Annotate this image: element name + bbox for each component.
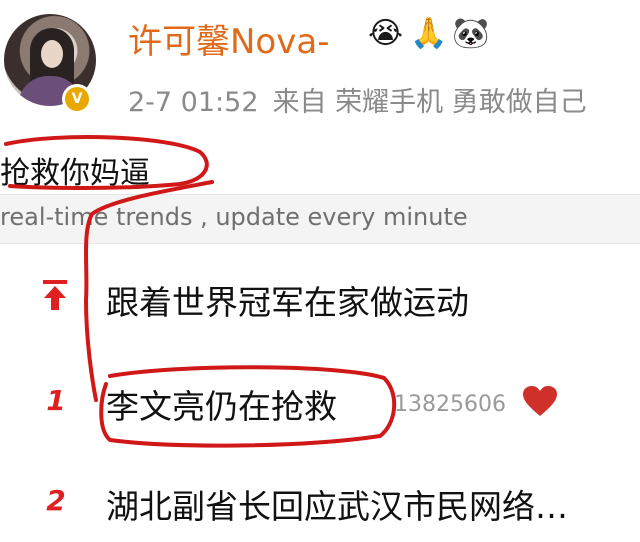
praying-hands-emoji-icon: 🙏 — [410, 16, 448, 51]
trend-title[interactable]: 李文亮仍在抢救 — [106, 380, 337, 428]
trend-row[interactable]: 1 李文亮仍在抢救 13825606 — [0, 362, 640, 442]
post-source[interactable]: 来自 荣耀手机 勇敢做自己 — [273, 87, 587, 118]
panda-emoji-icon: 🐼 — [452, 16, 490, 51]
pin-up-arrow-icon — [43, 280, 67, 310]
post-meta: 2-7 01:52 来自 荣耀手机 勇敢做自己 — [128, 80, 601, 119]
trend-count: 13825606 — [394, 392, 506, 417]
trend-title[interactable]: 湖北副省长回应武汉市民网络… — [106, 480, 568, 528]
heart-icon — [523, 386, 557, 416]
post-time: 2-7 01:52 — [128, 87, 259, 118]
trend-row[interactable]: 跟着世界冠军在家做运动 — [0, 258, 640, 338]
trend-row[interactable]: 2 湖北副省长回应武汉市民网络… — [0, 462, 640, 542]
avatar-face — [41, 40, 63, 68]
verified-badge-icon: V — [62, 84, 92, 114]
trend-title[interactable]: 跟着世界冠军在家做运动 — [106, 276, 469, 324]
post-text: 抢救你妈逼 — [0, 156, 150, 191]
username[interactable]: 许可馨Nova- — [128, 14, 329, 63]
trend-rank: 1 — [46, 384, 66, 417]
trend-rank: 2 — [46, 484, 66, 517]
crying-emoji-icon: 😭 — [368, 16, 404, 51]
trends-banner: real-time trends , update every minute — [0, 194, 640, 244]
trends-banner-text: real-time trends , update every minute — [0, 203, 468, 231]
